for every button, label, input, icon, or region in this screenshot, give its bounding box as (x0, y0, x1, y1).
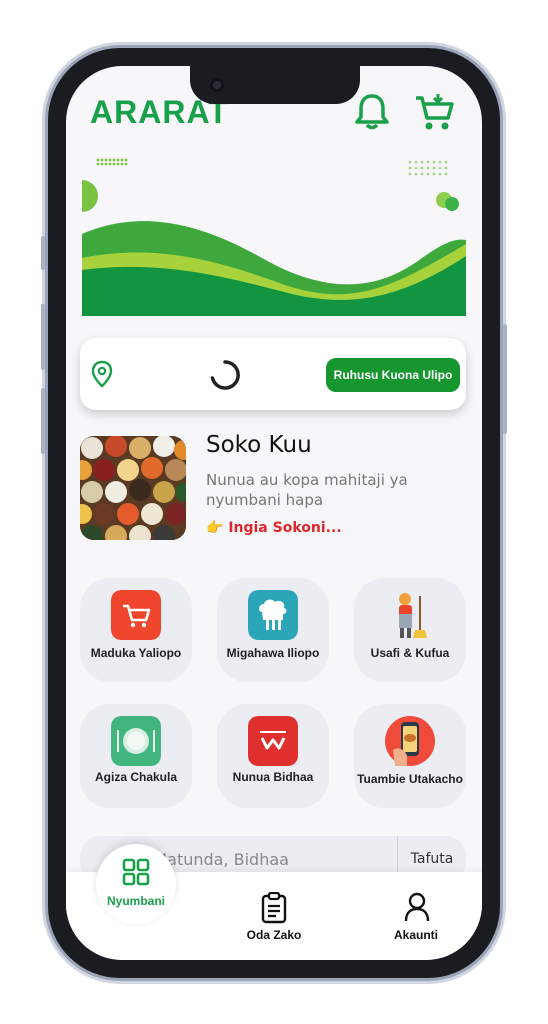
service-tile-shops[interactable]: Maduka Yaliopo (80, 578, 192, 682)
pointing-hand-icon: 👉 (206, 520, 224, 536)
volume-up-button (41, 304, 45, 370)
map-pin-icon (91, 360, 113, 388)
service-label: Maduka Yaliopo (90, 646, 182, 660)
service-tile-buy-goods[interactable]: Nunua Bidhaa (217, 704, 329, 808)
service-label: Tuambie Utakacho (357, 772, 463, 786)
shop-cart-icon (111, 590, 161, 640)
cleaner-icon (399, 593, 427, 638)
grains-image (80, 436, 186, 540)
food-plate-icon (111, 716, 161, 766)
tab-orders-label: Oda Zako (246, 928, 302, 942)
service-tile-tell-us[interactable]: Tuambie Utakacho (354, 704, 466, 808)
market-description: Nunua au kopa mahitaji ya nyumbani hapa (206, 471, 408, 509)
allow-location-button[interactable]: Ruhusu Kuona Ulipo (326, 358, 460, 392)
tab-account[interactable]: Akaunti (376, 888, 456, 948)
tab-orders[interactable]: Oda Zako (234, 888, 314, 948)
service-tile-restaurants[interactable]: Migahawa Iliopo (217, 578, 329, 682)
power-button (503, 324, 507, 434)
restaurant-icon (248, 590, 298, 640)
tab-home[interactable]: Nyumbani (96, 844, 176, 924)
market-title: Soko Kuu (206, 432, 312, 458)
shopping-bag-icon (248, 716, 298, 766)
clipboard-icon (261, 892, 287, 924)
service-label: Migahawa Iliopo (226, 646, 320, 660)
enter-market-label: Ingia Sokoni... (228, 520, 342, 536)
camera (210, 78, 224, 92)
home-grid-icon (122, 858, 150, 886)
cart-icon[interactable] (414, 92, 454, 132)
mute-switch (41, 236, 45, 270)
tab-account-label: Akaunti (393, 928, 438, 942)
location-card: Ruhusu Kuona Ulipo (80, 338, 466, 410)
volume-down-button (41, 388, 45, 454)
service-tile-cleaning[interactable]: Usafi & Kufua (354, 578, 466, 682)
phone-frame: ARARAT Ruhusu Kuona Ulipo Soko Kuu Nunua… (41, 48, 507, 978)
notch (190, 66, 360, 104)
user-icon (404, 892, 430, 922)
spinner-icon (210, 360, 240, 390)
tab-home-label: Nyumbani (106, 894, 165, 908)
service-label: Usafi & Kufua (370, 646, 450, 660)
enter-market-link[interactable]: 👉 Ingia Sokoni... (206, 520, 342, 536)
phone-order-icon (385, 716, 435, 766)
promo-banner (82, 148, 466, 316)
service-tile-order-food[interactable]: Agiza Chakula (80, 704, 192, 808)
service-label: Agiza Chakula (94, 770, 178, 784)
service-label: Nunua Bidhaa (232, 770, 314, 784)
bell-icon[interactable] (354, 92, 390, 132)
app-screen: ARARAT Ruhusu Kuona Ulipo Soko Kuu Nunua… (66, 66, 482, 960)
